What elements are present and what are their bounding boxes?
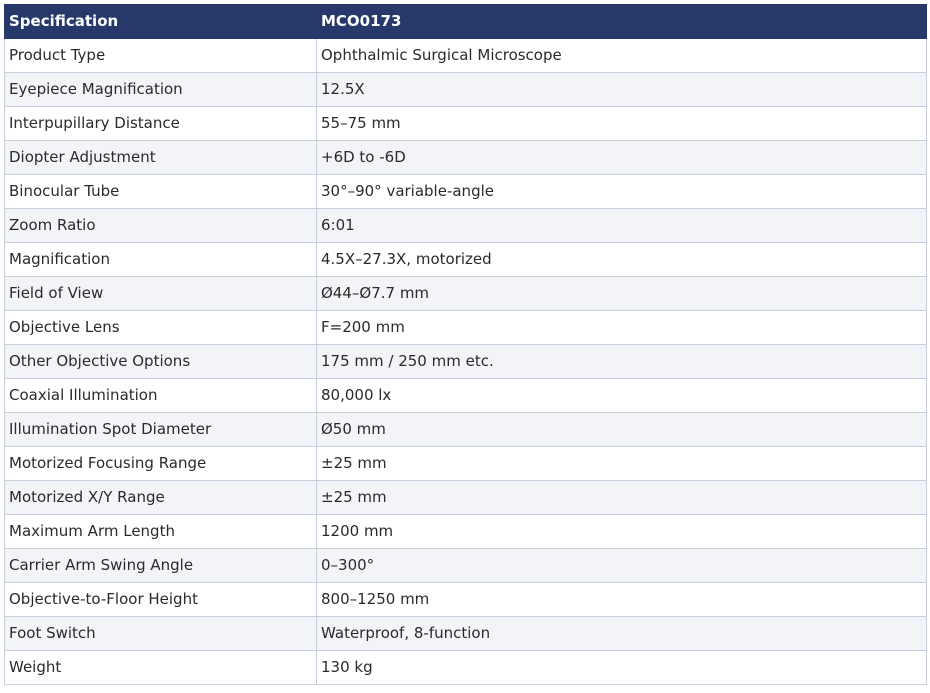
table-row: Objective-to-Floor Height 800–1250 mm (4, 582, 927, 617)
spec-label: Product Type (4, 38, 317, 73)
spec-label: Maximum Arm Length (4, 514, 317, 549)
table-row: Diopter Adjustment +6D to -6D (4, 140, 927, 175)
table-row: Coaxial Illumination 80,000 lx (4, 378, 927, 413)
table-body: Product Type Ophthalmic Surgical Microsc… (4, 38, 927, 685)
spec-value: Ophthalmic Surgical Microscope (316, 38, 927, 73)
table-row: Product Type Ophthalmic Surgical Microsc… (4, 38, 927, 73)
spec-label: Zoom Ratio (4, 208, 317, 243)
spec-label: Objective Lens (4, 310, 317, 345)
spec-label: Interpupillary Distance (4, 106, 317, 141)
header-cell-specification: Specification (4, 4, 317, 39)
table-row: Interpupillary Distance 55–75 mm (4, 106, 927, 141)
spec-value: ±25 mm (316, 480, 927, 515)
spec-value: F=200 mm (316, 310, 927, 345)
table-row: Maximum Arm Length 1200 mm (4, 514, 927, 549)
table-row: Illumination Spot Diameter Ø50 mm (4, 412, 927, 447)
table-row: Magnification 4.5X–27.3X, motorized (4, 242, 927, 277)
spec-label: Motorized X/Y Range (4, 480, 317, 515)
spec-label: Weight (4, 650, 317, 685)
spec-value: 0–300° (316, 548, 927, 583)
spec-label: Binocular Tube (4, 174, 317, 209)
header-row: Specification MCO0173 (4, 4, 927, 39)
spec-label: Coaxial Illumination (4, 378, 317, 413)
spec-value: 80,000 lx (316, 378, 927, 413)
spec-value: Ø50 mm (316, 412, 927, 447)
spec-value: 30°–90° variable-angle (316, 174, 927, 209)
table-row: Foot Switch Waterproof, 8-function (4, 616, 927, 651)
spec-label: Motorized Focusing Range (4, 446, 317, 481)
table-row: Motorized X/Y Range ±25 mm (4, 480, 927, 515)
spec-value: 1200 mm (316, 514, 927, 549)
table-row: Objective Lens F=200 mm (4, 310, 927, 345)
table-row: Weight 130 kg (4, 650, 927, 685)
spec-label: Eyepiece Magnification (4, 72, 317, 107)
spec-label: Illumination Spot Diameter (4, 412, 317, 447)
spec-value: ±25 mm (316, 446, 927, 481)
spec-value: 800–1250 mm (316, 582, 927, 617)
spec-value: 12.5X (316, 72, 927, 107)
table-row: Eyepiece Magnification 12.5X (4, 72, 927, 107)
spec-label: Objective-to-Floor Height (4, 582, 317, 617)
spec-value: 4.5X–27.3X, motorized (316, 242, 927, 277)
table-row: Binocular Tube 30°–90° variable-angle (4, 174, 927, 209)
spec-label: Field of View (4, 276, 317, 311)
spec-label: Diopter Adjustment (4, 140, 317, 175)
specification-table: Specification MCO0173 Product Type Ophth… (4, 4, 927, 685)
spec-value: 55–75 mm (316, 106, 927, 141)
spec-value: 130 kg (316, 650, 927, 685)
spec-value: 175 mm / 250 mm etc. (316, 344, 927, 379)
spec-value: 6:01 (316, 208, 927, 243)
spec-label: Other Objective Options (4, 344, 317, 379)
spec-label: Carrier Arm Swing Angle (4, 548, 317, 583)
table-row: Other Objective Options 175 mm / 250 mm … (4, 344, 927, 379)
table-row: Carrier Arm Swing Angle 0–300° (4, 548, 927, 583)
spec-value: +6D to -6D (316, 140, 927, 175)
spec-value: Ø44–Ø7.7 mm (316, 276, 927, 311)
spec-label: Magnification (4, 242, 317, 277)
table-row: Field of View Ø44–Ø7.7 mm (4, 276, 927, 311)
table-header: Specification MCO0173 (4, 4, 927, 39)
table-row: Motorized Focusing Range ±25 mm (4, 446, 927, 481)
spec-label: Foot Switch (4, 616, 317, 651)
table-row: Zoom Ratio 6:01 (4, 208, 927, 243)
spec-value: Waterproof, 8-function (316, 616, 927, 651)
header-cell-model: MCO0173 (316, 4, 927, 39)
